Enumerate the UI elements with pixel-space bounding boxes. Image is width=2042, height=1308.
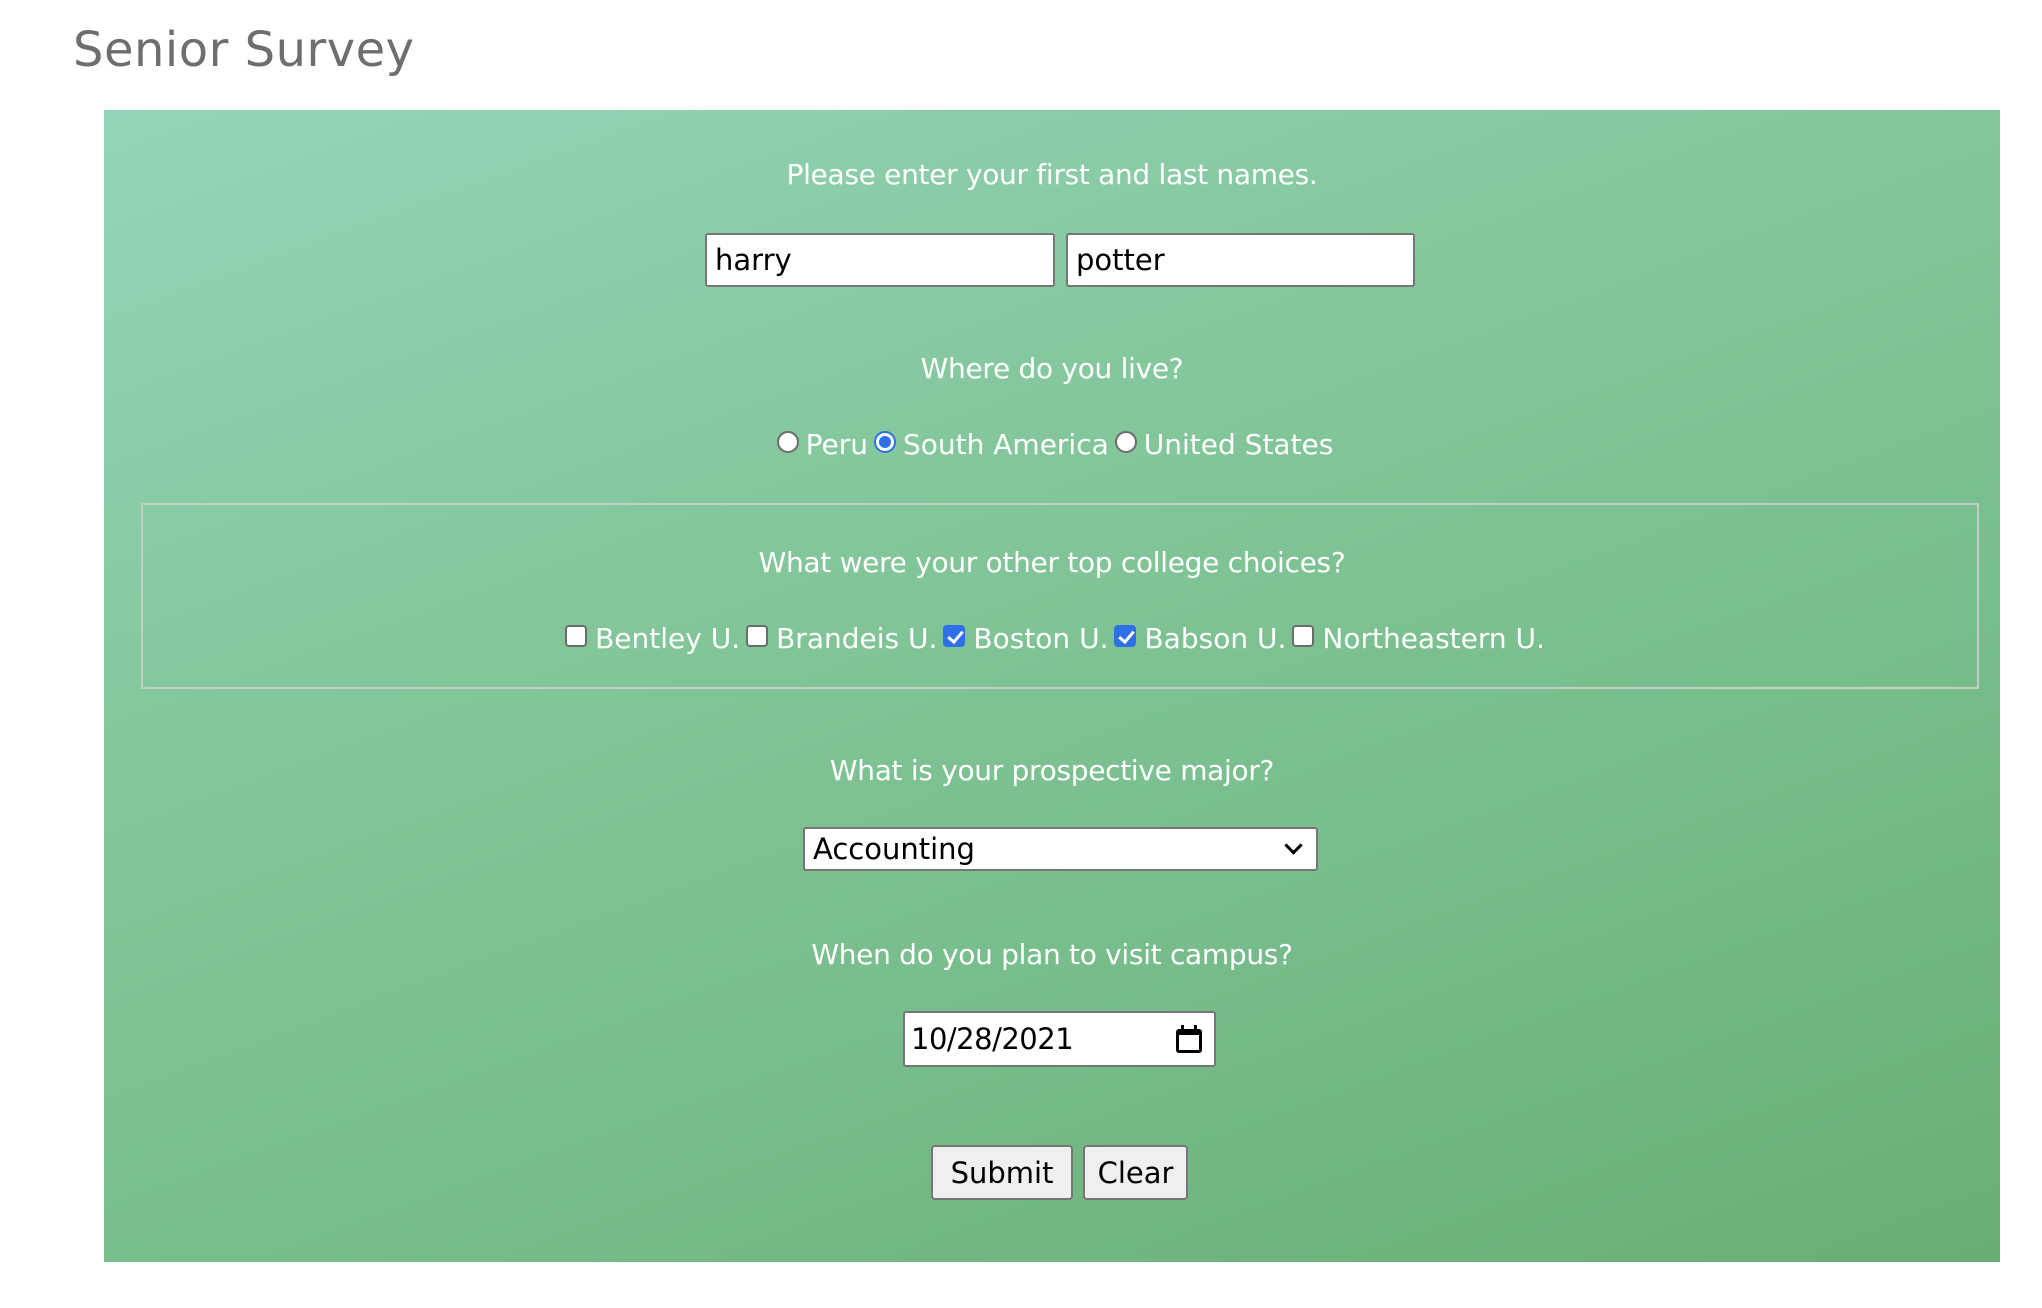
visit-date-input[interactable]: 10/28/2021 xyxy=(903,1011,1216,1067)
checkbox-brandeis[interactable] xyxy=(746,624,769,647)
major-selected-value: Accounting xyxy=(813,832,975,866)
checkbox-option-bentley[interactable]: Bentley U. xyxy=(559,622,740,655)
checkbox-label: Northeastern U. xyxy=(1322,622,1545,655)
major-question: What is your prospective major? xyxy=(829,754,1275,787)
radio-south-america[interactable] xyxy=(873,430,896,453)
college-choices-fieldset xyxy=(141,503,1979,689)
location-radio-group: Peru South America United States xyxy=(104,428,2000,461)
page-title: Senior Survey xyxy=(73,22,415,78)
radio-label: Peru xyxy=(805,428,868,461)
survey-form: Please enter your first and last names. … xyxy=(104,110,2000,1262)
visit-date-value: 10/28/2021 xyxy=(911,1022,1074,1056)
checkbox-option-northeastern[interactable]: Northeastern U. xyxy=(1286,622,1545,655)
visit-question: When do you plan to visit campus? xyxy=(811,938,1293,971)
college-checkbox-group: Bentley U. Brandeis U. Boston U. Babson … xyxy=(104,622,2000,655)
last-name-input[interactable] xyxy=(1066,233,1415,287)
checkbox-label: Babson U. xyxy=(1144,622,1287,655)
calendar-icon[interactable] xyxy=(1176,1025,1202,1053)
college-question: What were your other top college choices… xyxy=(758,546,1346,579)
first-name-input[interactable] xyxy=(705,233,1055,287)
radio-peru[interactable] xyxy=(776,430,799,453)
checkbox-northeastern[interactable] xyxy=(1292,624,1315,647)
checkbox-option-babson[interactable]: Babson U. xyxy=(1108,622,1286,655)
radio-option-south-america[interactable]: South America xyxy=(868,428,1109,461)
radio-option-united-states[interactable]: United States xyxy=(1109,428,1334,461)
name-question: Please enter your first and last names. xyxy=(786,158,1318,191)
chevron-down-icon xyxy=(1284,835,1303,855)
major-select[interactable]: Accounting xyxy=(803,827,1318,871)
checkbox-label: Boston U. xyxy=(973,622,1109,655)
radio-united-states[interactable] xyxy=(1114,430,1137,453)
submit-button[interactable]: Submit xyxy=(931,1145,1073,1200)
checkbox-option-brandeis[interactable]: Brandeis U. xyxy=(740,622,937,655)
checkbox-label: Bentley U. xyxy=(595,622,741,655)
checkbox-option-boston[interactable]: Boston U. xyxy=(937,622,1108,655)
checkbox-label: Brandeis U. xyxy=(776,622,938,655)
radio-label: South America xyxy=(902,428,1109,461)
checkbox-bentley[interactable] xyxy=(565,624,588,647)
checkbox-boston[interactable] xyxy=(943,624,966,647)
radio-option-peru[interactable]: Peru xyxy=(771,428,868,461)
clear-button[interactable]: Clear xyxy=(1083,1145,1188,1200)
radio-label: United States xyxy=(1143,428,1334,461)
checkbox-babson[interactable] xyxy=(1114,624,1137,647)
location-question: Where do you live? xyxy=(920,352,1184,385)
